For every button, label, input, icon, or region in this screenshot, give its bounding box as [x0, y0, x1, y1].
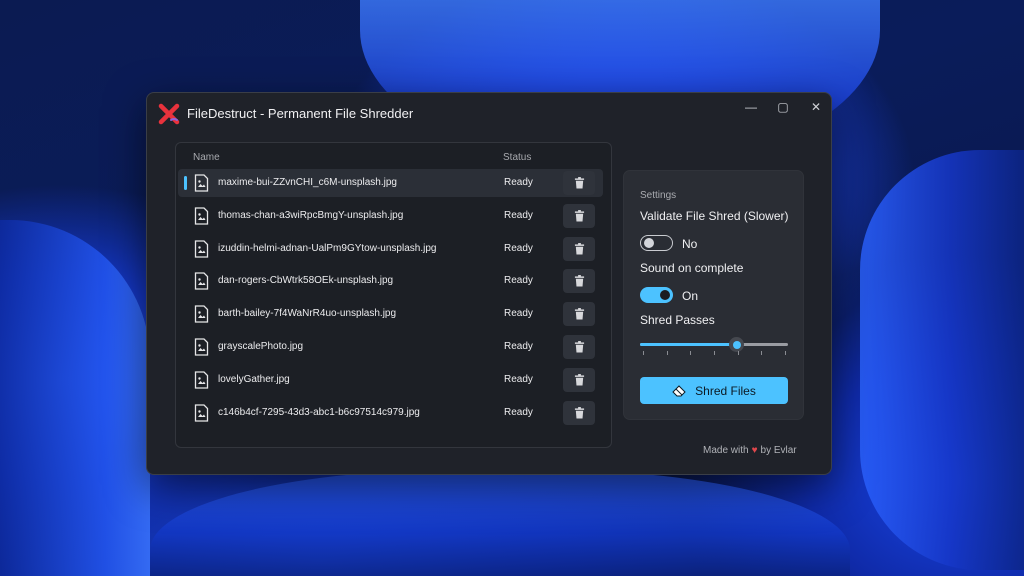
slider-tick — [785, 351, 786, 355]
file-status: Ready — [504, 242, 533, 254]
delete-file-button[interactable] — [563, 400, 595, 425]
sound-toggle[interactable] — [640, 287, 673, 303]
slider-tick — [761, 351, 763, 355]
settings-panel: Settings Validate File Shred (Slower) No… — [623, 170, 804, 420]
file-status: Ready — [504, 373, 533, 385]
file-name: grayscalePhoto.jpg — [218, 341, 304, 352]
file-name: c146b4cf-7295-43d3-abc1-b6c97514c979.jpg — [218, 406, 420, 418]
wallpaper-swirl — [150, 470, 850, 576]
image-file-icon — [194, 338, 209, 356]
delete-file-button[interactable] — [563, 335, 595, 359]
toggle-knob — [644, 238, 654, 248]
app-icon — [158, 103, 180, 125]
slider-fill — [640, 343, 737, 346]
file-status: Ready — [504, 406, 533, 418]
image-file-icon — [194, 305, 209, 323]
slider-tick — [737, 351, 739, 355]
heart-icon: ♥ — [751, 445, 758, 456]
file-name: lovelyGather.jpg — [218, 373, 290, 385]
shred-files-button[interactable]: Shred Files — [640, 377, 788, 404]
validate-label: Validate File Shred (Slower) — [640, 209, 789, 223]
delete-file-button[interactable] — [563, 367, 595, 392]
file-name: izuddin-helmi-adnan-UalPm9GYtow-unsplash… — [218, 242, 437, 254]
image-file-icon — [194, 239, 209, 258]
slider-tick — [666, 351, 668, 355]
trash-icon — [574, 406, 585, 419]
toggle-knob — [660, 290, 670, 300]
file-row[interactable]: thomas-chan-a3wiRpcBmgY-unsplash.jpg Read… — [178, 202, 603, 230]
wallpaper-swirl — [860, 150, 1024, 570]
delete-file-button[interactable] — [563, 269, 595, 294]
footer-prefix: Made with — [703, 445, 749, 456]
eraser-icon — [672, 385, 686, 397]
file-name: barth-bailey-7f4WaNrR4uo-unsplash.jpg — [218, 308, 397, 320]
column-header-name[interactable]: Name — [193, 152, 220, 163]
shred-files-label: Shred Files — [695, 383, 756, 398]
image-file-icon — [194, 272, 209, 291]
shred-passes-slider[interactable] — [640, 335, 788, 355]
trash-icon — [574, 242, 585, 255]
app-window: FileDestruct - Permanent File Shredder —… — [146, 92, 832, 475]
validate-state: No — [682, 237, 698, 251]
minimize-icon: — — [745, 100, 757, 114]
file-status: Ready — [504, 177, 533, 188]
trash-icon — [574, 341, 585, 353]
file-row[interactable]: izuddin-helmi-adnan-UalPm9GYtow-unsplash… — [178, 235, 603, 263]
delete-file-button[interactable] — [563, 203, 595, 228]
passes-label: Shred Passes — [640, 313, 715, 327]
file-status: Ready — [504, 209, 533, 221]
delete-file-button[interactable] — [563, 236, 595, 261]
delete-file-button[interactable] — [563, 171, 595, 195]
slider-tick — [643, 351, 644, 355]
file-row[interactable]: grayscalePhoto.jpg Ready — [178, 333, 603, 361]
sound-state: On — [682, 289, 699, 303]
file-status: Ready — [504, 308, 533, 320]
close-icon: ✕ — [810, 100, 822, 114]
maximize-icon: ▢ — [777, 100, 789, 114]
file-row[interactable]: barth-bailey-7f4WaNrR4uo-unsplash.jpg Rea… — [178, 300, 603, 328]
image-file-icon — [194, 371, 209, 389]
title-bar[interactable]: FileDestruct - Permanent File Shredder —… — [147, 93, 831, 133]
file-row[interactable]: lovelyGather.jpg Ready — [178, 366, 603, 394]
slider-tick — [714, 351, 715, 355]
footer-suffix: by Evlar — [760, 445, 797, 456]
sound-label: Sound on complete — [640, 261, 744, 275]
file-status: Ready — [504, 275, 533, 287]
validate-toggle[interactable] — [640, 235, 673, 251]
trash-icon — [574, 209, 585, 222]
file-status: Ready — [504, 341, 533, 352]
settings-title: Settings — [640, 190, 677, 201]
selection-indicator — [184, 176, 187, 190]
slider-thumb[interactable] — [729, 337, 745, 352]
file-row[interactable]: c146b4cf-7295-43d3-abc1-b6c97514c979.jpg… — [178, 399, 603, 427]
file-list-panel: Name Status maxime-bui-ZZvnCHI_c6M-unspl… — [175, 142, 612, 448]
image-file-icon — [194, 174, 209, 192]
wallpaper-swirl — [0, 220, 150, 576]
file-row[interactable]: dan-rogers-CbWtrk58OEk-unsplash.jpg Ready — [178, 267, 603, 295]
delete-file-button[interactable] — [563, 302, 595, 327]
image-file-icon — [194, 403, 209, 422]
file-name: thomas-chan-a3wiRpcBmgY-unsplash.jpg — [218, 209, 404, 221]
window-title: FileDestruct - Permanent File Shredder — [187, 106, 414, 121]
file-name: maxime-bui-ZZvnCHI_c6M-unsplash.jpg — [218, 177, 397, 188]
trash-icon — [574, 308, 585, 320]
image-file-icon — [194, 207, 209, 225]
trash-icon — [574, 373, 585, 386]
column-header-status[interactable]: Status — [503, 152, 531, 163]
close-button[interactable]: ✕ — [797, 93, 831, 121]
file-row[interactable]: maxime-bui-ZZvnCHI_c6M-unsplash.jpg Ready — [178, 169, 603, 197]
file-name: dan-rogers-CbWtrk58OEk-unsplash.jpg — [218, 275, 394, 287]
slider-tick — [690, 351, 692, 355]
footer-credit: Made with ♥ by Evlar — [703, 445, 797, 456]
trash-icon — [574, 177, 585, 189]
trash-icon — [574, 275, 585, 287]
